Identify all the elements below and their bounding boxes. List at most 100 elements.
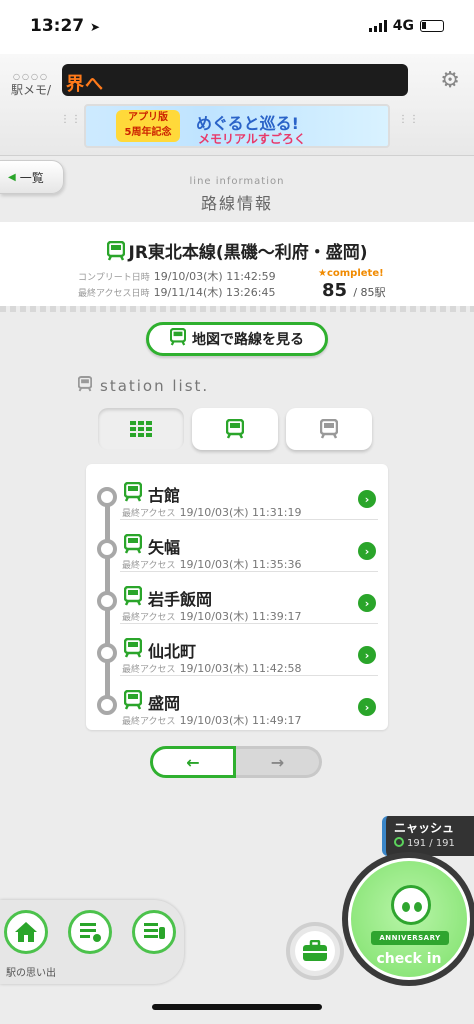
user-card[interactable]: ニャッシュ 191 / 191 bbox=[382, 816, 474, 856]
user-count: 191 / 191 bbox=[394, 837, 455, 849]
app-header: ○○○○ 駅メモ/ 界へ ⚙ ⋮⋮ アプリ版 5周年記念 めぐると巡る! メモリ… bbox=[0, 54, 474, 156]
mascot-eye bbox=[402, 902, 410, 912]
home-indicator bbox=[152, 1004, 322, 1010]
event-banner[interactable]: アプリ版 5周年記念 めぐると巡る! メモリアルすごろく bbox=[84, 104, 390, 148]
station-access: 最終アクセス 19/10/03(木) 11:39:17 bbox=[122, 608, 301, 624]
battery-icon bbox=[420, 20, 444, 32]
train-icon bbox=[124, 586, 142, 606]
filter-unvisited-button[interactable] bbox=[286, 408, 372, 450]
station-access-value: 19/10/03(木) 11:49:17 bbox=[179, 714, 302, 727]
banner-dots-left: ⋮⋮ bbox=[60, 114, 82, 125]
train-icon bbox=[169, 327, 187, 350]
ticker-text: 界へ bbox=[66, 74, 104, 95]
list-icon bbox=[144, 923, 165, 939]
station-access-label: 最終アクセス bbox=[122, 509, 176, 519]
ticker-display: 界へ bbox=[62, 64, 408, 96]
page-title: 路線情報 bbox=[200, 194, 273, 213]
chevron-right-icon[interactable]: › bbox=[358, 542, 376, 560]
station-row[interactable]: 矢幅 最終アクセス 19/10/03(木) 11:35:36 › bbox=[86, 520, 388, 572]
gear-icon[interactable]: ⚙ bbox=[440, 68, 460, 93]
complete-badge: ★complete! bbox=[318, 268, 384, 279]
line-name: JR東北本線(黒磯〜利府・盛岡) bbox=[0, 238, 474, 266]
station-list-heading-text: station list. bbox=[100, 377, 210, 395]
station-row[interactable]: 仙北町 最終アクセス 19/10/03(木) 11:42:58 › bbox=[86, 624, 388, 676]
station-node bbox=[97, 539, 117, 559]
bottom-nav: 駅の思い出 bbox=[0, 900, 184, 984]
memories-button[interactable] bbox=[68, 910, 112, 954]
station-name: 岩手飯岡 bbox=[148, 590, 213, 609]
logo-text: 駅メモ/ bbox=[10, 83, 52, 97]
station-access-label: 最終アクセス bbox=[122, 561, 176, 571]
home-button[interactable] bbox=[4, 910, 48, 954]
mascot-face-icon bbox=[391, 885, 431, 925]
train-icon bbox=[124, 534, 142, 554]
chevron-right-icon[interactable]: › bbox=[358, 698, 376, 716]
briefcase-icon bbox=[303, 940, 327, 961]
items-button[interactable] bbox=[286, 922, 344, 980]
chevron-right-icon[interactable]: › bbox=[358, 490, 376, 508]
page-subtitle: line information bbox=[189, 176, 285, 187]
bottom-nav-label: 駅の思い出 bbox=[6, 968, 56, 979]
user-name: ニャッシュ bbox=[394, 821, 455, 835]
mascot-eye bbox=[414, 902, 422, 912]
station-row[interactable]: 岩手飯岡 最終アクセス 19/10/03(木) 11:39:17 › bbox=[86, 572, 388, 624]
station-access-value: 19/10/03(木) 11:39:17 bbox=[179, 610, 302, 623]
pager: ← → bbox=[150, 746, 322, 778]
station-node bbox=[97, 695, 117, 715]
app-logo[interactable]: ○○○○ 駅メモ/ bbox=[8, 72, 54, 98]
train-icon bbox=[124, 638, 142, 658]
logo-dots: ○○○○ bbox=[13, 72, 49, 81]
station-node bbox=[97, 591, 117, 611]
station-access-label: 最終アクセス bbox=[122, 665, 176, 675]
user-count-value: 191 / 191 bbox=[407, 838, 455, 849]
station-access: 最終アクセス 19/10/03(木) 11:49:17 bbox=[122, 712, 301, 728]
station-list-heading: station list. bbox=[77, 376, 210, 396]
access-date-label: 最終アクセス日時 bbox=[78, 289, 150, 299]
home-icon bbox=[15, 922, 37, 942]
status-bar: 13:27 ➤ 4G bbox=[0, 0, 474, 54]
chevron-right-icon[interactable]: › bbox=[358, 646, 376, 664]
network-type: 4G bbox=[392, 18, 414, 34]
station-list-button[interactable] bbox=[132, 910, 176, 954]
train-icon bbox=[77, 376, 93, 396]
filter-tabs bbox=[98, 408, 372, 450]
station-access: 最終アクセス 19/10/03(木) 11:42:58 bbox=[122, 660, 301, 676]
station-access-label: 最終アクセス bbox=[122, 613, 176, 623]
filter-all-button[interactable] bbox=[98, 408, 184, 450]
banner-badge: アプリ版 5周年記念 bbox=[116, 110, 180, 142]
access-date-value: 19/11/14(木) 13:26:45 bbox=[153, 286, 276, 299]
ring-icon bbox=[394, 837, 404, 847]
view-map-button[interactable]: 地図で路線を見る bbox=[146, 322, 328, 356]
checkin-button[interactable]: ANNIVERSARY check in bbox=[342, 852, 474, 986]
banner-badge-line2: 5周年記念 bbox=[124, 127, 172, 138]
station-count-total: / 85駅 bbox=[353, 286, 386, 299]
signal-icon bbox=[368, 20, 387, 32]
station-access-label: 最終アクセス bbox=[122, 717, 176, 727]
station-node bbox=[97, 487, 117, 507]
station-row[interactable]: 古館 最終アクセス 19/10/03(木) 11:31:19 › bbox=[86, 468, 388, 520]
complete-date-value: 19/10/03(木) 11:42:59 bbox=[153, 270, 276, 283]
grid-icon bbox=[130, 421, 152, 437]
status-time-text: 13:27 bbox=[30, 16, 85, 36]
items-button-inner bbox=[295, 931, 335, 971]
station-access-value: 19/10/03(木) 11:35:36 bbox=[179, 558, 302, 571]
train-icon bbox=[124, 482, 142, 502]
next-page-button[interactable]: → bbox=[236, 746, 322, 778]
status-indicators: 4G bbox=[368, 18, 444, 34]
checkin-label: check in bbox=[376, 951, 442, 967]
station-name: 仙北町 bbox=[148, 642, 197, 661]
station-row[interactable]: 盛岡 最終アクセス 19/10/03(木) 11:49:17 › bbox=[86, 676, 388, 728]
banner-dots-right: ⋮⋮ bbox=[398, 114, 420, 125]
train-icon bbox=[320, 419, 338, 439]
station-list: 古館 最終アクセス 19/10/03(木) 11:31:19 › 矢幅 最終アクセ… bbox=[86, 464, 388, 730]
station-access-value: 19/10/03(木) 11:42:58 bbox=[179, 662, 302, 675]
view-map-label: 地図で路線を見る bbox=[192, 332, 304, 348]
filter-visited-button[interactable] bbox=[192, 408, 278, 450]
divider bbox=[0, 306, 474, 312]
complete-date-label: コンプリート日時 bbox=[78, 273, 150, 283]
train-icon bbox=[226, 419, 244, 439]
prev-page-button[interactable]: ← bbox=[150, 746, 236, 778]
line-info-card: JR東北本線(黒磯〜利府・盛岡) コンプリート日時 19/10/03(木) 11:… bbox=[0, 222, 474, 306]
chevron-right-icon[interactable]: › bbox=[358, 594, 376, 612]
station-name: 矢幅 bbox=[148, 538, 181, 557]
